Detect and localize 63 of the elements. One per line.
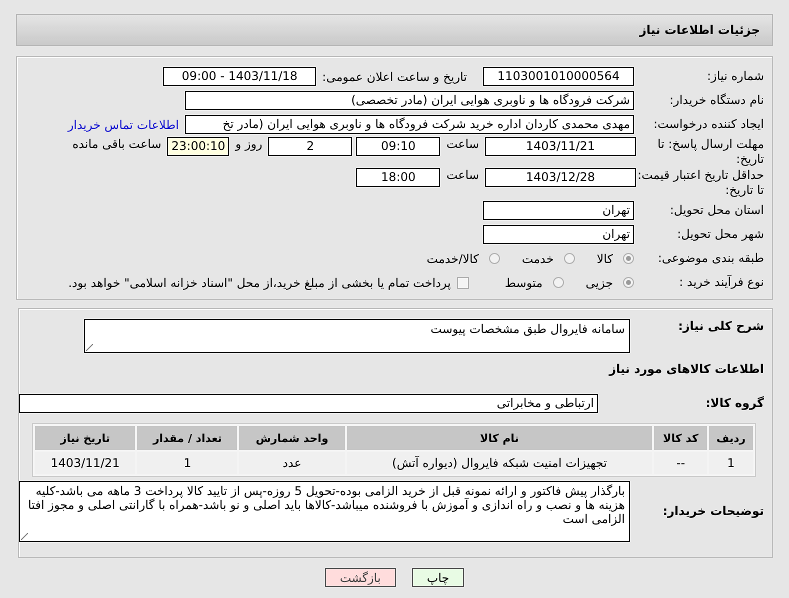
field-label: ساعت xyxy=(445,168,480,182)
radio-label: خدمت xyxy=(522,252,554,266)
resize-grip-icon xyxy=(21,533,28,540)
field-label: روز و xyxy=(234,137,264,151)
field-label: شهر محل تحویل: xyxy=(676,227,765,242)
page-header: جزئیات اطلاعات نیاز xyxy=(16,14,773,46)
field-label: ساعت xyxy=(445,137,480,151)
column-header: ردیف xyxy=(709,426,753,450)
table-cell: 1403/11/21 xyxy=(35,452,136,474)
radio-button[interactable] xyxy=(623,277,634,288)
field-label: ساعت باقی مانده xyxy=(71,137,162,151)
table-cell: تجهیزات امنیت شبکه فایروال (دیواره آتش) xyxy=(346,452,652,474)
table-cell: 1 xyxy=(709,452,753,474)
field-value: مهدی محمدی کاردان اداره خرید شرکت فرودگاه ها و ناوبری هوایی ایران (مادر تخ xyxy=(185,115,634,134)
checkbox-label: پرداخت تمام یا بخشی از مبلغ خرید،از محل "اسناد خزانه اسلامی" خواهد بود. xyxy=(68,276,451,290)
radio-button[interactable] xyxy=(564,253,575,264)
field-value: 18:00 xyxy=(356,168,440,187)
radio-label: متوسط xyxy=(504,276,543,290)
field-label: مهلت ارسال پاسخ: تا تاریخ: xyxy=(656,137,765,167)
column-header: کد کالا xyxy=(654,426,707,450)
print-button[interactable]: چاپ xyxy=(412,568,464,587)
field-label: ایجاد کننده درخواست: xyxy=(652,117,765,132)
field-value: 2 xyxy=(268,137,352,156)
section-title: اطلاعات کالاهای مورد نیاز xyxy=(608,361,765,378)
table-cell: 1 xyxy=(137,452,238,474)
text-area-value: سامانه فایروال طبق مشخصات پیوست xyxy=(430,322,625,336)
column-header: نام کالا xyxy=(346,426,652,450)
field-value: 1103001010000564 xyxy=(483,67,634,86)
column-header: تاریخ نیاز xyxy=(35,426,136,450)
countdown-value: 23:00:10 xyxy=(167,137,230,156)
radio-label: کالا xyxy=(596,252,613,266)
field-value: 1403/12/28 xyxy=(485,168,636,187)
table-cell: عدد xyxy=(239,452,345,474)
field-value: شرکت فرودگاه ها و ناوبری هوایی ایران (مادر تخصصی) xyxy=(185,91,634,110)
field-label: حداقل تاریخ اعتبار قیمت: تا تاریخ: xyxy=(636,168,765,198)
contact-link[interactable]: اطلاعات تماس خریدار xyxy=(68,118,185,132)
table-cell: -- xyxy=(654,452,707,474)
radio-button[interactable] xyxy=(488,253,500,264)
field-value: 1403/11/18 - 09:00 xyxy=(163,67,316,86)
field-label: نوع فرآیند خرید : xyxy=(678,275,765,290)
radio-label: جزیی xyxy=(586,276,613,290)
field-label: گروه کالا: xyxy=(704,396,765,411)
column-header: واحد شمارش xyxy=(239,426,345,450)
text-area-value: بارگذار پیش فاکتور و ارائه نمونه قبل از خرید الزامی بوده-تحویل 5 روزه-پس از تایید کالا پرداخت 3 ماهه می باشد-کلیه هزینه ها و نصب و راه اندازی و آموزش با فروشنده میباشد-کالاها باید اصلی و نو باشد-همراه با گارانتی اصلی و مجوز افتا الزامی است xyxy=(28,484,625,526)
field-label: استان محل تحویل: xyxy=(668,203,765,218)
resize-grip-icon xyxy=(86,344,93,351)
field-label: طبقه بندی موضوعی: xyxy=(656,251,765,266)
field-value: تهران xyxy=(483,201,634,220)
field-label: نام دستگاه خریدار: xyxy=(668,93,765,108)
radio-label: کالا/خدمت xyxy=(426,252,479,266)
field-label: تاریخ و ساعت اعلان عمومی: xyxy=(321,70,468,84)
column-header: تعداد / مقدار xyxy=(137,426,238,450)
field-value: 09:10 xyxy=(356,137,440,156)
radio-button[interactable] xyxy=(552,277,564,288)
field-value: تهران xyxy=(483,225,634,244)
back-button[interactable]: بازگشت xyxy=(324,568,396,587)
checkbox[interactable] xyxy=(456,276,469,288)
radio-button[interactable] xyxy=(623,253,634,264)
field-value: ارتباطی و مخابراتی xyxy=(19,394,598,413)
field-label: شماره نیاز: xyxy=(706,69,765,84)
field-label: شرح کلی نیاز: xyxy=(677,319,765,334)
field-label: توضیحات خریدار: xyxy=(662,504,765,519)
field-value: 1403/11/21 xyxy=(485,137,636,156)
